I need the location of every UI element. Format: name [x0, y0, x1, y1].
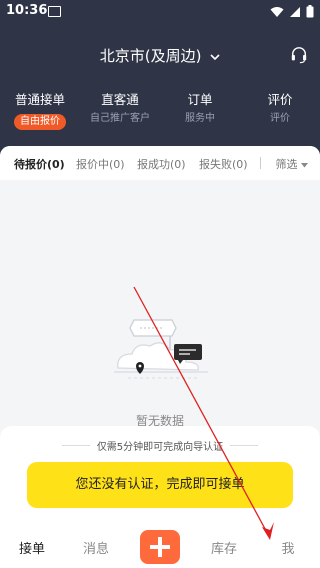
verify-button[interactable]: 您还没有认证，完成即可接单 — [27, 462, 293, 508]
filter-bar: 待报价(0) 报价中(0) 报成功(0) 报失败(0) 筛选 — [0, 146, 320, 180]
nav-orders[interactable]: 接单 — [12, 538, 52, 557]
divider — [260, 157, 261, 169]
tab-title: 普通接单 — [14, 92, 65, 107]
city-label: 北京市(及周边) — [99, 47, 202, 65]
nav-messages[interactable]: 消息 — [76, 538, 116, 557]
tab-title: 直客通 — [101, 92, 139, 107]
verify-note: 仅需5分钟即可完成向导认证 — [96, 442, 224, 453]
tab-normal-orders[interactable]: 普通接单 自由报价 — [0, 92, 80, 130]
filter-pending-quote[interactable]: 待报价(0) — [14, 156, 65, 172]
chevron-down-icon — [210, 54, 220, 61]
tab-subtitle: 评价 — [270, 113, 290, 124]
filter-quoting[interactable]: 报价中(0) — [76, 156, 125, 172]
tab-badge: 自由报价 — [14, 114, 66, 130]
caret-down-icon — [301, 163, 308, 168]
tab-title: 订单 — [187, 92, 213, 107]
status-time: 10:36 — [6, 3, 48, 18]
tab-orders[interactable]: 订单 服务中 — [160, 92, 240, 126]
filter-quote-failed[interactable]: 报失败(0) — [199, 156, 248, 172]
status-bar: 10:36 — [0, 0, 320, 24]
filter-button[interactable]: 筛选 — [275, 156, 308, 172]
wifi-icon — [270, 6, 284, 17]
filter-quote-success[interactable]: 报成功(0) — [137, 156, 186, 172]
nav-inventory[interactable]: 库存 — [204, 538, 244, 557]
add-button[interactable] — [140, 530, 180, 564]
divider — [230, 445, 258, 446]
content-panel: 待报价(0) 报价中(0) 报成功(0) 报失败(0) 筛选 暂无数据 — [0, 146, 320, 446]
signal-icon — [290, 6, 300, 17]
header: 10:36 北京市(及周边) 普通接单 自由报价 直客通 自己推广客户 订单 服… — [0, 0, 320, 160]
image-notification-icon — [48, 6, 61, 17]
tab-reviews[interactable]: 评价 评价 — [240, 92, 320, 126]
tab-title: 评价 — [267, 92, 293, 107]
bottom-nav: 接单 消息 库存 我 — [0, 526, 320, 568]
top-tabs: 普通接单 自由报价 直客通 自己推广客户 订单 服务中 评价 评价 — [0, 92, 320, 132]
nav-me[interactable]: 我 — [268, 538, 308, 557]
verify-card: 仅需5分钟即可完成向导认证 您还没有认证，完成即可接单 — [0, 426, 320, 526]
battery-icon — [306, 5, 314, 18]
filter-label: 筛选 — [275, 158, 298, 171]
tab-subtitle: 服务中 — [185, 113, 215, 124]
tab-direct-customers[interactable]: 直客通 自己推广客户 — [80, 92, 160, 126]
headset-icon[interactable] — [290, 46, 308, 64]
city-selector[interactable]: 北京市(及周边) — [0, 45, 320, 66]
tab-subtitle: 自己推广客户 — [90, 113, 150, 124]
status-icons — [270, 5, 314, 18]
empty-state-illustration — [114, 319, 208, 379]
